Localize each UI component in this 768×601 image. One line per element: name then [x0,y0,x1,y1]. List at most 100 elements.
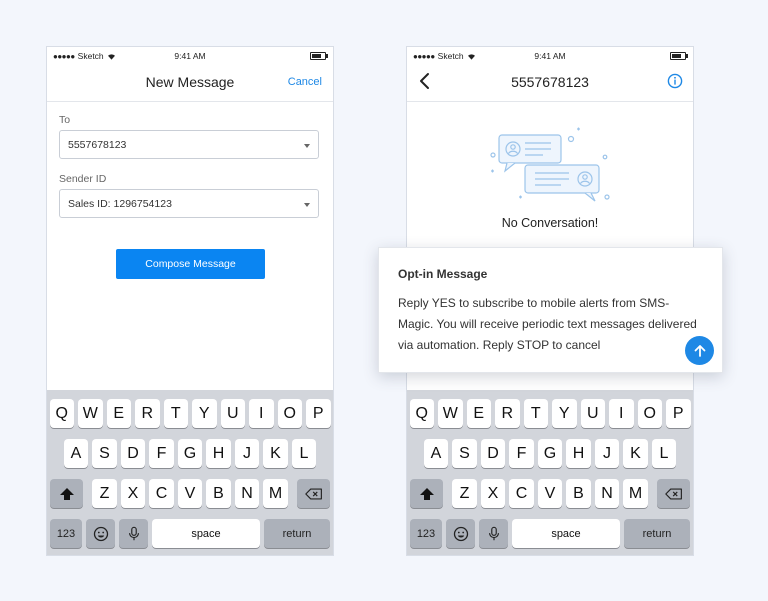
arrow-up-icon [694,344,705,357]
sender-id-label: Sender ID [59,173,107,185]
dictation-key[interactable] [119,519,148,548]
key-l[interactable]: L [291,439,317,468]
key-p[interactable]: P [666,399,691,428]
optin-message-card: Opt-in Message Reply YES to subscribe to… [378,247,723,373]
key-k[interactable]: K [263,439,288,468]
key-o[interactable]: O [637,399,662,428]
key-r[interactable]: R [135,399,160,428]
mic-icon [488,526,499,540]
key-z[interactable]: Z [452,479,477,508]
key-g[interactable]: G [537,439,563,468]
delete-icon [304,488,322,499]
key-j[interactable]: J [594,439,620,468]
key-u[interactable]: U [580,399,605,428]
key-n[interactable]: N [594,479,620,508]
compose-message-button[interactable]: Compose Message [116,249,265,279]
key-b[interactable]: B [566,479,591,508]
key-s[interactable]: S [92,439,117,468]
key-e[interactable]: E [466,399,491,428]
nav-bar: 5557678123 [407,63,693,101]
battery-icon [310,52,328,60]
emoji-icon [453,526,468,541]
key-f[interactable]: F [509,439,534,468]
info-icon[interactable] [667,73,683,89]
shift-icon [59,487,74,500]
key-y[interactable]: Y [552,399,577,428]
key-a[interactable]: A [423,439,449,468]
key-g[interactable]: G [177,439,203,468]
key-e[interactable]: E [106,399,131,428]
status-bar: ●●●●● Sketch 9:41 AM [47,47,333,63]
shift-key[interactable] [50,479,83,508]
key-m[interactable]: M [263,479,288,508]
dictation-key[interactable] [479,519,508,548]
shift-icon [419,487,434,500]
status-time: 9:41 AM [174,51,206,61]
return-key[interactable]: return [264,519,330,548]
key-f[interactable]: F [149,439,174,468]
key-w[interactable]: W [438,399,463,428]
space-key[interactable]: space [152,519,260,548]
key-h[interactable]: H [566,439,591,468]
key-o[interactable]: O [277,399,302,428]
mic-icon [128,526,139,540]
key-z[interactable]: Z [92,479,117,508]
to-value: 5557678123 [68,139,127,151]
delete-icon [664,488,682,499]
empty-state-text: No Conversation! [501,216,599,230]
key-x[interactable]: X [120,479,146,508]
key-k[interactable]: K [623,439,648,468]
emoji-key[interactable] [446,519,475,548]
space-key[interactable]: space [512,519,620,548]
to-select[interactable]: 5557678123 [59,130,319,159]
numbers-key[interactable]: 123 [50,519,82,548]
key-s[interactable]: S [452,439,477,468]
key-y[interactable]: Y [192,399,217,428]
delete-key[interactable] [657,479,690,508]
send-button[interactable] [685,336,714,365]
key-d[interactable]: D [120,439,146,468]
key-q[interactable]: Q [409,399,434,428]
sender-id-select[interactable]: Sales ID: 1296754123 [59,189,319,218]
key-w[interactable]: W [78,399,103,428]
key-n[interactable]: N [234,479,260,508]
new-message-phone: ●●●●● Sketch 9:41 AM New Message Cancel … [46,46,334,556]
key-v[interactable]: V [177,479,203,508]
divider [47,101,333,102]
divider [407,101,693,102]
optin-body: Reply YES to subscribe to mobile alerts … [398,296,697,352]
key-b[interactable]: B [206,479,231,508]
nav-bar: New Message Cancel [47,63,333,101]
key-j[interactable]: J [234,439,260,468]
key-h[interactable]: H [206,439,231,468]
key-p[interactable]: P [306,399,331,428]
delete-key[interactable] [297,479,330,508]
keyboard: Q W E R T Y U I O P A S D F G H J K L Z X C V B N M 123 space return [407,390,693,555]
return-key[interactable]: return [624,519,690,548]
key-m[interactable]: M [623,479,648,508]
key-q[interactable]: Q [49,399,74,428]
emoji-icon [93,526,108,541]
key-u[interactable]: U [220,399,245,428]
key-v[interactable]: V [537,479,563,508]
key-i[interactable]: I [609,399,634,428]
numbers-key[interactable]: 123 [410,519,442,548]
key-x[interactable]: X [480,479,506,508]
key-c[interactable]: C [509,479,534,508]
contact-number-title: 5557678123 [511,74,589,90]
key-t[interactable]: T [163,399,188,428]
key-r[interactable]: R [495,399,520,428]
cancel-button[interactable]: Cancel [288,76,322,88]
emoji-key[interactable] [86,519,115,548]
key-d[interactable]: D [480,439,506,468]
key-c[interactable]: C [149,479,174,508]
chat-bubbles-illustration [490,127,610,202]
status-time: 9:41 AM [534,51,566,61]
chevron-down-icon [304,144,310,148]
key-t[interactable]: T [523,399,548,428]
shift-key[interactable] [410,479,443,508]
key-l[interactable]: L [651,439,677,468]
key-a[interactable]: A [63,439,89,468]
to-label: To [59,114,71,126]
key-i[interactable]: I [249,399,274,428]
